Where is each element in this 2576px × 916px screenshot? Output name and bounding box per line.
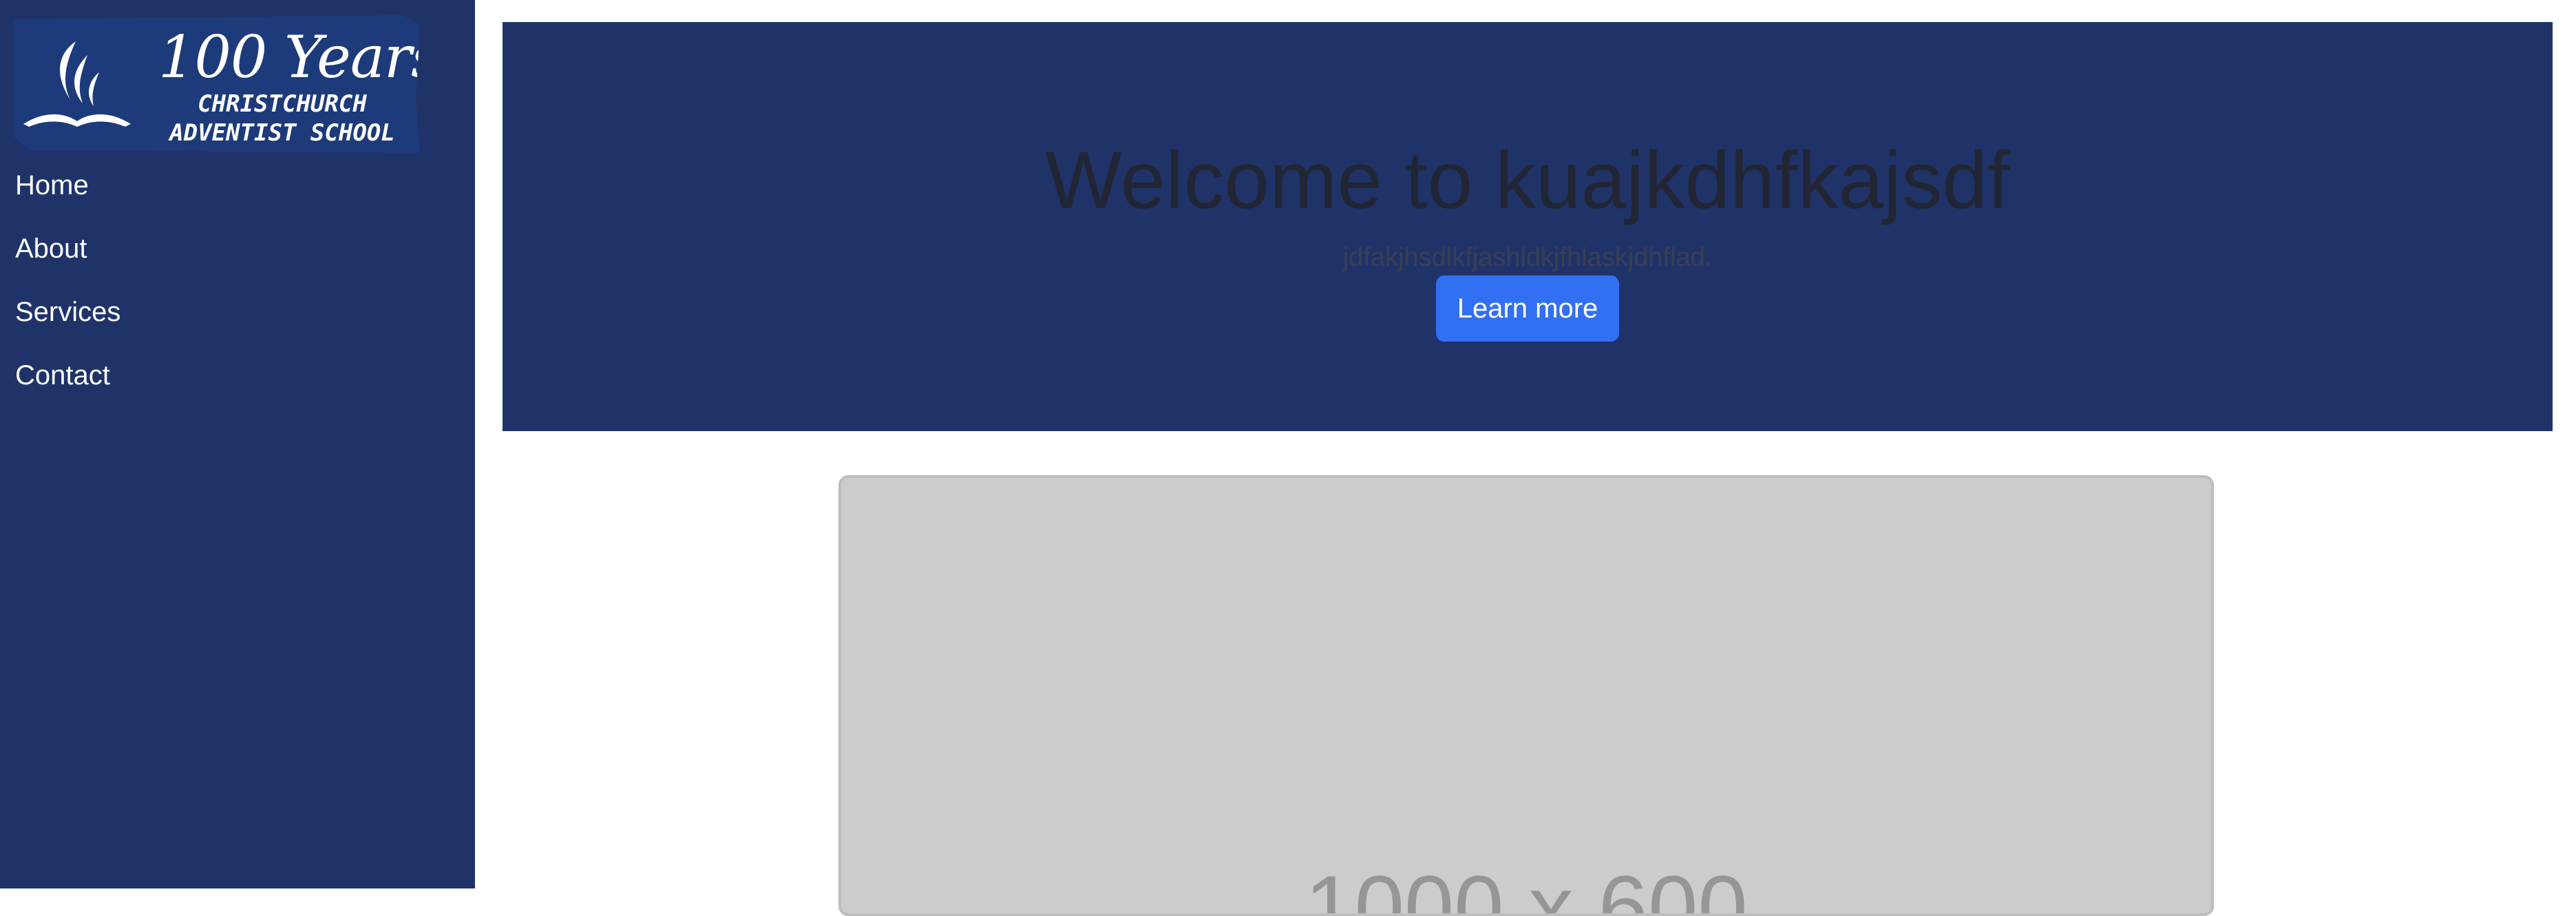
placeholder-dimensions-label: 1000 x 600 xyxy=(1305,857,1748,916)
learn-more-button[interactable]: Learn more xyxy=(1436,275,1619,342)
nav-item-home[interactable]: Home xyxy=(15,164,120,227)
sidebar: 100 Years CHRISTCHURCH ADVENTIST SCHOOL … xyxy=(0,0,475,888)
nav-item-contact[interactable]: Contact xyxy=(15,354,120,417)
hero-title: Welcome to kuajkdhfkajsdf xyxy=(1045,135,2010,226)
logo-years-text: 100 Years xyxy=(158,23,441,91)
school-logo[interactable]: 100 Years CHRISTCHURCH ADVENTIST SCHOOL xyxy=(14,15,420,153)
image-placeholder: 1000 x 600 xyxy=(838,475,2214,916)
hero-subtitle: jdfakjhsdlkfjashldkjfhlaskjdhflad. xyxy=(1342,243,1713,272)
logo-school-name: CHRISTCHURCH ADVENTIST SCHOOL xyxy=(145,90,420,147)
nav-item-services[interactable]: Services xyxy=(15,291,120,354)
sidebar-nav: Home About Services Contact xyxy=(15,164,120,417)
flame-book-icon xyxy=(23,41,131,127)
hero-banner: Welcome to kuajkdhfkajsdf jdfakjhsdlkfja… xyxy=(503,22,2553,431)
nav-item-about[interactable]: About xyxy=(15,227,120,291)
logo-school-line-2: ADVENTIST SCHOOL xyxy=(169,119,395,147)
logo-school-line-1: CHRISTCHURCH xyxy=(198,90,367,118)
